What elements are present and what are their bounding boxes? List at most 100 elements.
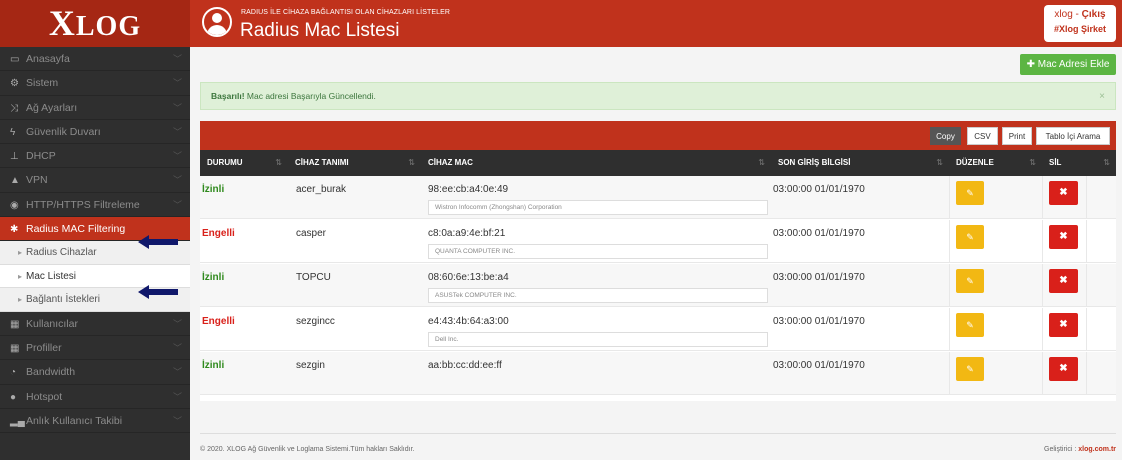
last-login: 03:00:00 01/01/1970 xyxy=(773,272,865,283)
edit-icon: ✎ xyxy=(966,188,974,198)
delete-button[interactable]: ✖ xyxy=(1049,225,1078,249)
sidebar: ▭ Anasayfa ﹀ ⚙ Sistem ﹀ ⤨ Ağ Ayarları ﹀ ϟ Güven… xyxy=(0,47,190,460)
sidebar-item-hotspot[interactable]: ● Hotspot ﹀ xyxy=(0,385,190,410)
sidebar-item-vpn[interactable]: ▲ VPN ﹀ xyxy=(0,168,190,193)
logout-link[interactable]: Çıkış xyxy=(1082,9,1106,20)
csv-button[interactable]: CSV xyxy=(967,127,998,145)
sidebar-item-http-filtreleme[interactable]: ◉ HTTP/HTTPS Filtreleme ﹀ xyxy=(0,193,190,218)
column-divider xyxy=(1086,352,1087,395)
edit-button[interactable]: ✎ xyxy=(956,313,984,337)
sort-icon: ⇅ xyxy=(1103,158,1110,167)
sort-icon: ⇅ xyxy=(275,158,282,167)
column-divider xyxy=(1086,220,1087,263)
delete-icon: ✖ xyxy=(1059,187,1068,198)
edit-icon: ✎ xyxy=(966,232,974,242)
footer-divider xyxy=(200,433,1116,434)
sidebar-item-kullanicilar[interactable]: ▦ Kullanıcılar ﹀ xyxy=(0,312,190,337)
delete-icon: ✖ xyxy=(1059,275,1068,286)
mac-address: e4:43:4b:64:a3:00 xyxy=(428,316,509,327)
column-header-sil[interactable]: SİL ⇅ xyxy=(1042,150,1116,176)
chevron-down-icon: ﹀ xyxy=(172,343,182,354)
sidebar-item-profiller[interactable]: ▦ Profiller ﹀ xyxy=(0,336,190,361)
company-name: #Xlog Şirket xyxy=(1053,24,1107,34)
top-header: XLOG RADIUS İLE CİHAZA BAĞLANTISI OLAN C… xyxy=(0,0,1122,47)
tachometer-icon: ◔ xyxy=(10,367,17,379)
sort-icon: ⇅ xyxy=(936,158,943,167)
table-icon: ▦ xyxy=(10,318,20,330)
delete-icon: ✖ xyxy=(1059,319,1068,330)
table-row: İzinli TOPCU 08:60:6e:13:be:a4 ASUSTek COMP… xyxy=(200,264,1116,307)
sidebar-item-bandwidth[interactable]: ◔ Bandwidth ﹀ xyxy=(0,360,190,385)
device-name: acer_burak xyxy=(296,184,347,195)
table-row: İzinli acer_burak 98:ee:cb:a4:0e:49 Wistron… xyxy=(200,176,1116,219)
edit-button[interactable]: ✎ xyxy=(956,269,984,293)
copy-button[interactable]: Copy xyxy=(930,127,961,145)
caret-right-icon: ▸ xyxy=(18,248,23,258)
sidebar-item-guvenlik-duvari[interactable]: ϟ Güvenlik Duvarı ﹀ xyxy=(0,120,190,145)
sidebar-item-sistem[interactable]: ⚙ Sistem ﹀ xyxy=(0,71,190,96)
chevron-down-icon: ﹀ xyxy=(172,78,182,89)
column-header-duzenle[interactable]: DÜZENLE ⇅ xyxy=(949,150,1042,176)
mac-address: c8:0a:a9:4e:bf:21 xyxy=(428,228,506,239)
table-toolbar: Copy CSV Print Tablo İçi Arama xyxy=(200,121,1116,150)
add-mac-button[interactable]: ✚ Mac Adresi Ekle xyxy=(1020,54,1116,75)
page-subtitle: RADIUS İLE CİHAZA BAĞLANTISI OLAN CİHAZL… xyxy=(241,9,451,16)
edit-icon: ✎ xyxy=(966,320,974,330)
edit-icon: ✎ xyxy=(966,276,974,286)
mac-address: 08:60:6e:13:be:a4 xyxy=(428,272,509,283)
signal-icon: ▂▄ xyxy=(10,416,25,428)
column-divider xyxy=(949,308,950,351)
print-button[interactable]: Print xyxy=(1002,127,1032,145)
chevron-down-icon: ﹀ xyxy=(172,54,182,64)
status-label: İzinli xyxy=(202,184,225,195)
column-divider xyxy=(949,264,950,307)
chevron-down-icon: ﹀ xyxy=(172,175,182,186)
column-header-son-giris[interactable]: SON GİRİŞ BİLGİSİ ⇅ xyxy=(771,150,949,176)
last-login: 03:00:00 01/01/1970 xyxy=(773,360,865,371)
asterisk-icon: ✱ xyxy=(10,224,19,236)
caret-right-icon: ▸ xyxy=(18,295,23,305)
mac-address: 98:ee:cb:a4:0e:49 xyxy=(428,184,509,195)
developer-link[interactable]: xlog.com.tr xyxy=(1078,446,1116,453)
sidebar-item-dhcp[interactable]: ⊥ DHCP ﹀ xyxy=(0,144,190,169)
chevron-down-icon: ﹀ xyxy=(172,126,182,137)
table-row: İzinli sezgin aa:bb:cc:dd:ee:ff 03:00:00 01… xyxy=(200,352,1116,395)
edit-button[interactable]: ✎ xyxy=(956,225,984,249)
edit-button[interactable]: ✎ xyxy=(956,181,984,205)
chevron-down-icon: ﹀ xyxy=(172,318,182,329)
delete-icon: ✖ xyxy=(1059,363,1068,374)
column-header-cihaz-mac[interactable]: CİHAZ MAC ⇅ xyxy=(421,150,771,176)
column-header-cihaz-tanimi[interactable]: CİHAZ TANIMI ⇅ xyxy=(288,150,421,176)
annotation-arrow-icon xyxy=(138,235,178,249)
column-divider xyxy=(949,220,950,263)
table-icon: ▦ xyxy=(10,343,20,355)
delete-button[interactable]: ✖ xyxy=(1049,181,1078,205)
annotation-arrow-icon xyxy=(138,285,178,299)
column-divider xyxy=(949,176,950,219)
delete-button[interactable]: ✖ xyxy=(1049,357,1078,381)
chevron-down-icon: ﹀ xyxy=(172,367,182,378)
device-name: sezgincc xyxy=(296,316,335,327)
sitemap-icon: ⊥ xyxy=(10,151,19,163)
sidebar-item-anlik-kullanici-takibi[interactable]: ▂▄Anlık Kullanıcı Takibi ﹀ xyxy=(0,409,190,434)
column-divider xyxy=(1042,352,1043,395)
column-header-durumu[interactable]: DURUMU ⇅ xyxy=(200,150,288,176)
sidebar-subitem-mac-listesi[interactable]: ▸ Mac Listesi xyxy=(0,264,190,289)
xlog-logo[interactable]: XLOG xyxy=(0,0,190,47)
edit-button[interactable]: ✎ xyxy=(956,357,984,381)
close-icon[interactable]: × xyxy=(1099,83,1105,110)
delete-button[interactable]: ✖ xyxy=(1049,313,1078,337)
sidebar-item-anasayfa[interactable]: ▭ Anasayfa ﹀ xyxy=(0,47,190,72)
plus-icon: ✚ xyxy=(1026,59,1035,70)
footer-copyright: © 2020. XLOG Ağ Güvenlik ve Loglama Sist… xyxy=(200,446,415,453)
status-label: İzinli xyxy=(202,272,225,283)
column-divider xyxy=(1086,264,1087,307)
table-search-button[interactable]: Tablo İçi Arama xyxy=(1036,127,1110,145)
page-title: Radius Mac Listesi xyxy=(240,20,400,41)
delete-button[interactable]: ✖ xyxy=(1049,269,1078,293)
sort-icon: ⇅ xyxy=(1029,158,1036,167)
alert-text: Mac adresi Başarıyla Güncellendi. xyxy=(244,91,376,101)
vpn-icon: ▲ xyxy=(10,175,20,187)
sidebar-item-ag-ayarlari[interactable]: ⤨ Ağ Ayarları ﹀ xyxy=(0,96,190,120)
column-divider xyxy=(1086,176,1087,219)
